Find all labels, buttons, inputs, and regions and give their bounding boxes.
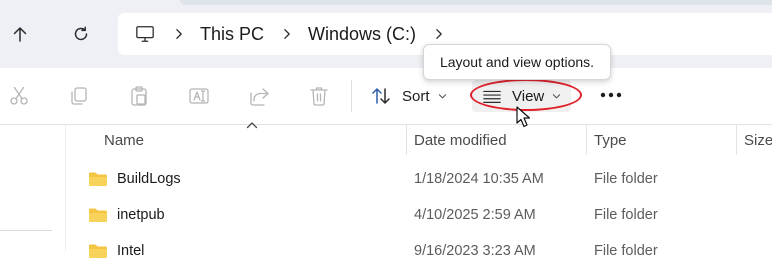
name-cell: BuildLogs [88,161,181,197]
view-label: View [512,87,545,105]
date-modified-cell: 9/16/2023 3:23 AM [414,243,536,259]
view-tooltip: Layout and view options. [423,44,611,80]
date-modified-cell: 1/18/2024 10:35 AM [414,171,544,187]
sort-icon [372,88,390,104]
arrow-up-icon [13,27,27,42]
chevron-right-icon[interactable] [432,27,446,41]
column-header-type[interactable]: Type [594,125,730,155]
sort-label: Sort [402,87,430,105]
view-lines-icon [483,90,501,103]
column-header-date-modified[interactable]: Date modified [414,125,586,155]
chevron-down-icon [553,93,561,98]
column-header-name[interactable]: Name [104,125,406,155]
name-cell: inetpub [88,197,165,233]
column-header-size[interactable]: Size [744,125,772,155]
column-divider[interactable] [586,125,587,155]
file-list: Name Date modified Type Size BuildLogs 1… [66,122,772,259]
column-divider[interactable] [406,125,407,155]
breadcrumb-this-pc[interactable]: This PC [200,24,264,45]
tab-strip-edge [180,0,772,5]
share-icon [250,88,269,106]
folder-icon [89,244,107,258]
toolbar-divider [351,80,352,112]
refresh-icon [74,26,88,41]
folder-icon [89,208,107,222]
more-options-icon [600,92,622,98]
file-name: BuildLogs [117,171,181,187]
navigation-bar: This PC Windows (C:) [0,0,772,68]
date-modified-cell: 4/10/2025 2:59 AM [414,207,536,223]
computer-icon [134,23,156,45]
copy-icon [71,87,87,105]
paste-icon [131,86,147,106]
table-row[interactable]: BuildLogs 1/18/2024 10:35 AM File folder [66,161,772,197]
column-divider[interactable] [736,125,737,155]
paste-button[interactable] [126,83,152,109]
rename-icon [189,88,209,104]
chevron-down-icon [438,93,446,98]
refresh-button[interactable] [67,20,95,48]
folder-icon [89,172,107,186]
delete-button[interactable] [306,83,332,109]
command-bar: Sort View [0,68,772,125]
delete-icon [310,87,328,106]
file-name: Intel [117,243,145,259]
file-name: inetpub [117,207,165,223]
share-button[interactable] [246,83,272,109]
rename-button[interactable] [186,83,212,109]
breadcrumb-windows-c[interactable]: Windows (C:) [308,24,416,45]
table-row[interactable]: inetpub 4/10/2025 2:59 AM File folder [66,197,772,233]
cut-icon [10,86,28,105]
chevron-right-icon[interactable] [172,27,186,41]
sidebar-divider [0,230,52,231]
sort-button[interactable]: Sort [370,80,447,112]
copy-button[interactable] [66,83,92,109]
navigation-pane [0,125,66,251]
name-cell: Intel [88,233,144,269]
chevron-right-icon[interactable] [280,27,294,41]
table-row[interactable]: Intel 9/16/2023 3:23 AM File folder [66,233,772,269]
type-cell: File folder [594,207,658,223]
cut-button[interactable] [6,83,32,109]
more-options-button[interactable] [596,80,626,110]
type-cell: File folder [594,243,658,259]
type-cell: File folder [594,171,658,187]
up-button[interactable] [6,20,34,48]
